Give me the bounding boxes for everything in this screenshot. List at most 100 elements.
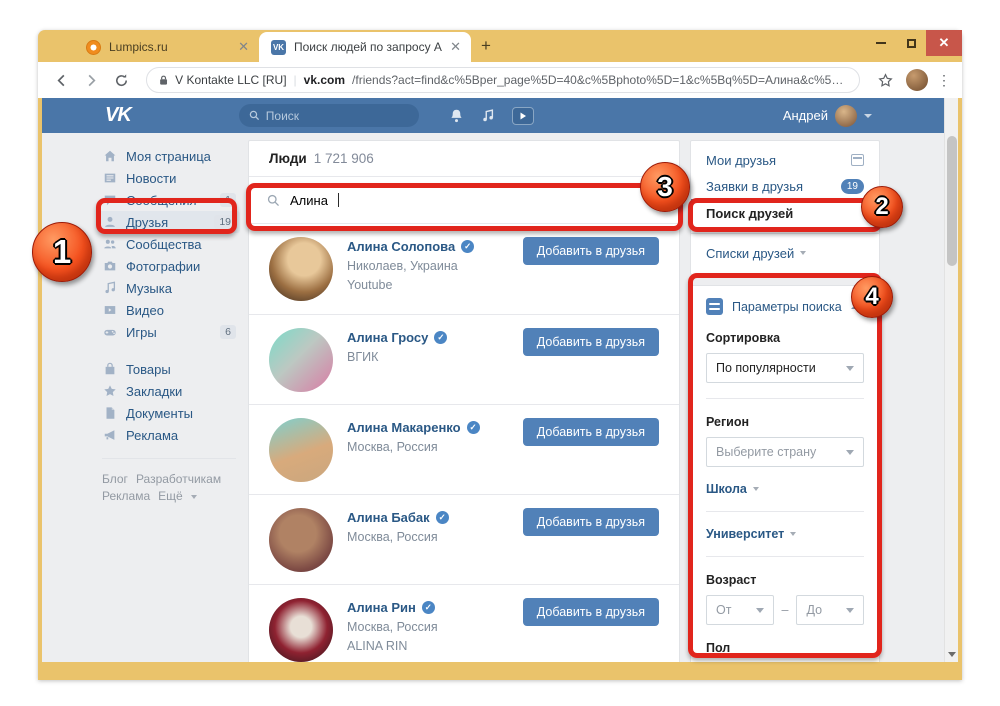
address-bar[interactable]: V Kontakte LLC [RU] | vk.com/friends?act… [146,67,860,93]
forward-icon[interactable] [78,67,104,93]
person-name-link[interactable]: Алина Рин [347,600,416,615]
results-header: Люди 1 721 906 [249,141,679,177]
menu-item-label: Списки друзей [706,245,795,261]
add-friend-button[interactable]: Добавить в друзья [522,598,659,626]
reload-icon[interactable] [108,67,134,93]
person-name-link[interactable]: Алина Макаренко [347,420,461,435]
sidebar-item-news[interactable]: Новости [98,167,240,189]
person-detail: ALINA RIN [347,639,408,653]
person-avatar[interactable] [269,237,333,301]
sidebar-item-ads[interactable]: Реклама [98,424,240,446]
user-menu[interactable]: Андрей [783,104,930,127]
star-icon [102,384,117,399]
sidebar-item-label: Закладки [126,383,183,399]
annotation-box-search-field [246,183,683,231]
global-search-input[interactable]: Поиск [238,104,419,127]
person-row: Алина Солопова ✓ Николаев, Украина Youtub… [249,224,679,314]
sidebar-item-my-page[interactable]: Моя страница [98,145,240,167]
add-friend-button[interactable]: Добавить в друзья [522,418,659,446]
bell-icon[interactable] [449,108,464,123]
tab-close-icon[interactable]: ✕ [450,39,461,55]
person-name-link[interactable]: Алина Бабак [347,510,430,525]
browser-toolbar: V Kontakte LLC [RU] | vk.com/friends?act… [38,62,962,98]
sidebar-item-documents[interactable]: Документы [98,402,240,424]
chevron-down-icon [190,494,197,499]
games-icon [102,325,117,340]
annotation-step-2: 2 [861,186,903,228]
photos-icon [102,259,117,274]
music-note-icon[interactable] [481,108,495,123]
megaphone-icon [102,428,117,443]
verified-badge-icon: ✓ [461,240,475,253]
new-tab-button[interactable]: + [481,36,491,56]
tab-vk-search[interactable]: VK Поиск людей по запросу Алина ✕ [259,32,471,62]
verified-badge-icon: ✓ [421,601,435,614]
menu-item-my-friends[interactable]: Мои друзья [691,147,879,173]
person-avatar[interactable] [269,508,333,572]
annotation-step-3: 3 [640,162,690,212]
lumpics-favicon-icon [86,39,101,55]
sidebar-item-bookmarks[interactable]: Закладки [98,380,240,402]
minimize-button[interactable] [866,30,896,56]
search-icon [249,110,259,121]
annotation-step-4: 4 [851,276,893,318]
add-friend-button[interactable]: Добавить в друзья [522,237,659,265]
tab-bar: Lumpics.ru ✕ VK Поиск людей по запросу А… [38,30,962,62]
tab-close-icon[interactable]: ✕ [238,39,249,55]
vk-favicon-icon: VK [271,39,286,55]
verified-badge-icon: ✓ [434,331,448,344]
sidebar-item-video[interactable]: Видео [98,299,240,321]
close-button[interactable]: ✕ [926,30,962,56]
maximize-button[interactable] [896,30,926,56]
communities-icon [102,237,117,252]
page-scrollbar[interactable] [944,98,958,662]
browser-menu-icon[interactable]: ⋮ [936,72,952,89]
footer-link-developers[interactable]: Разработчикам [136,472,221,486]
menu-item-friend-lists[interactable]: Списки друзей [691,240,879,266]
footer-link-blog[interactable]: Блог [102,472,128,486]
back-icon[interactable] [48,67,74,93]
divider: | [293,73,297,87]
sidebar-item-label: Фотографии [126,258,201,274]
browser-profile-avatar[interactable] [906,69,928,91]
person-row: Алина Рин ✓ Москва, Россия ALINA RIN Доба… [249,584,679,662]
vk-logo[interactable]: VK [105,104,132,127]
person-name-link[interactable]: Алина Гросу [347,330,428,345]
footer-link-more[interactable]: Ещё [158,489,183,503]
menu-item-label: Заявки в друзья [706,178,804,194]
add-friend-button[interactable]: Добавить в друзья [522,328,659,356]
menu-item-label: Мои друзья [706,152,777,168]
bookmark-star-icon[interactable] [872,67,898,93]
person-row: Алина Бабак ✓ Москва, Россия Добавить в д… [249,494,679,584]
person-avatar[interactable] [269,598,333,662]
person-detail: Москва, Россия [347,440,438,454]
security-label: V Kontakte LLC [RU] [175,73,287,87]
person-avatar[interactable] [269,328,333,392]
sidebar-item-games[interactable]: Игры 6 [98,321,240,343]
sidebar-item-communities[interactable]: Сообщества [98,233,240,255]
divider [691,233,879,234]
sidebar-item-goods[interactable]: Товары [98,358,240,380]
annotation-box-parameters [688,273,882,658]
sidebar-item-photos[interactable]: Фотографии [98,255,240,277]
annotation-box-friend-search [688,198,882,232]
tab-title: Поиск людей по запросу Алина [294,40,442,54]
scrollbar-down-arrow[interactable] [945,648,958,660]
verified-badge-icon: ✓ [435,511,449,524]
chevron-down-icon [864,113,872,118]
add-friend-button[interactable]: Добавить в друзья [522,508,659,536]
tab-lumpics[interactable]: Lumpics.ru ✕ [74,32,259,62]
person-name-link[interactable]: Алина Солопова [347,239,455,254]
menu-item-friend-requests[interactable]: Заявки в друзья 19 [691,173,879,199]
url-path: /friends?act=find&c%5Bper_page%5D=40&c%5… [352,73,847,87]
scrollbar-thumb[interactable] [947,136,957,266]
document-icon [102,406,117,421]
person-avatar[interactable] [269,418,333,482]
sidebar-item-label: Видео [126,302,164,318]
video-play-icon[interactable] [511,106,534,125]
person-row: Алина Гросу ✓ ВГИК Добавить в друзья [249,314,679,404]
home-icon [102,149,117,164]
annotation-step-1: 1 [32,222,92,282]
footer-link-ads[interactable]: Реклама [102,489,150,503]
sidebar-item-music[interactable]: Музыка [98,277,240,299]
